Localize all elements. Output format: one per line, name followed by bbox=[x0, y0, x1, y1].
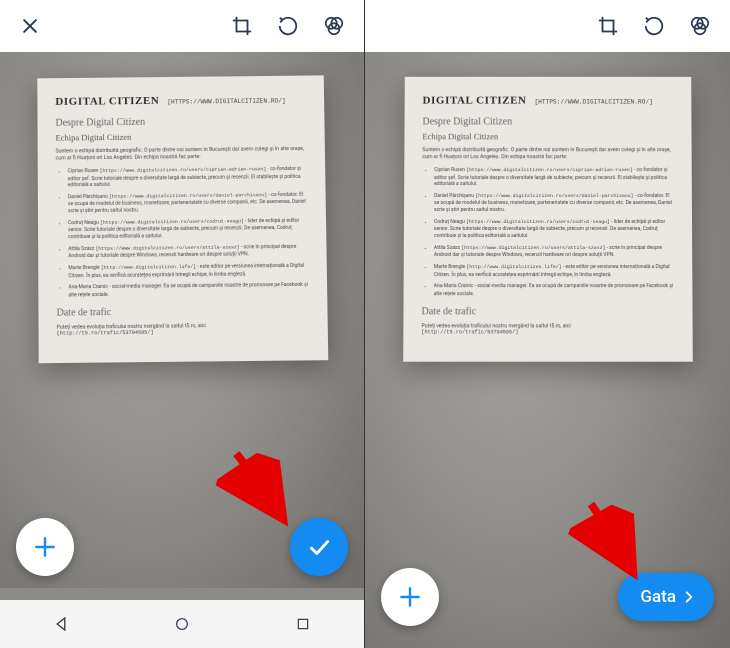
doc-member-item: Codruț Neagu [https://www.digitalcitizen… bbox=[68, 218, 308, 241]
doc-heading-about: Despre Digital Citizen bbox=[55, 115, 306, 129]
doc-heading-about: Despre Digital Citizen bbox=[422, 116, 673, 127]
doc-member-item: Attila Szász [https://www.digitalcitizen… bbox=[68, 244, 308, 261]
doc-member-item: Ana-Maria Crainic - social-media manager… bbox=[68, 282, 309, 299]
done-button-label: Gata bbox=[640, 587, 676, 607]
doc-site-url: [HTTPS://WWW.DIGITALCITIZEN.RO/] bbox=[167, 98, 285, 106]
doc-site-name: DIGITAL CITIZEN bbox=[422, 95, 526, 107]
crop-icon[interactable] bbox=[594, 12, 622, 40]
scan-preview[interactable]: DIGITAL CITIZEN [HTTPS://WWW.DIGITALCITI… bbox=[0, 52, 364, 588]
scanner-pane-crop: DIGITAL CITIZEN [HTTPS://WWW.DIGITALCITI… bbox=[0, 0, 365, 648]
done-button[interactable]: Gata bbox=[618, 573, 714, 621]
crop-icon[interactable] bbox=[228, 12, 256, 40]
topbar bbox=[365, 0, 730, 52]
doc-member-item: Daniel Pârchișanu [https://www.digitalci… bbox=[434, 193, 674, 214]
close-icon[interactable] bbox=[16, 12, 44, 40]
doc-member-list: Ciprian Rusen [https://www.digitalcitize… bbox=[421, 167, 674, 298]
doc-member-item: Ana-Maria Crainic - social-media manager… bbox=[433, 283, 674, 297]
doc-member-list: Ciprian Rusen [https://www.digitalcitize… bbox=[56, 166, 309, 299]
doc-member-item: Attila Szász [https://www.digitalcitizen… bbox=[433, 245, 673, 259]
doc-site-url: [HTTPS://WWW.DIGITALCITIZEN.RO/] bbox=[534, 99, 652, 106]
confirm-button[interactable] bbox=[290, 518, 348, 576]
doc-site-name: DIGITAL CITIZEN bbox=[55, 95, 159, 108]
doc-heading-traffic: Date de trafic bbox=[56, 305, 309, 319]
nav-recent-icon[interactable] bbox=[289, 610, 317, 638]
scan-preview[interactable]: DIGITAL CITIZEN [HTTPS://WWW.DIGITALCITI… bbox=[365, 52, 730, 648]
topbar bbox=[0, 0, 364, 52]
add-page-button[interactable] bbox=[381, 568, 439, 626]
doc-outro: Puteți vedea evoluția traficului nostru … bbox=[421, 323, 674, 335]
doc-member-item: Daniel Pârchișanu [https://www.digitalci… bbox=[68, 192, 308, 215]
nav-home-icon[interactable] bbox=[168, 610, 196, 638]
doc-member-item: Codruț Neagu [https://www.digitalcitizen… bbox=[433, 219, 673, 240]
scanner-pane-done: DIGITAL CITIZEN [HTTPS://WWW.DIGITALCITI… bbox=[365, 0, 730, 648]
doc-intro: Suntem o echipă distribuită geografic. O… bbox=[422, 147, 673, 161]
nav-back-icon[interactable] bbox=[47, 610, 75, 638]
bottom-actions: Gata bbox=[381, 568, 714, 626]
doc-member-item: Ciprian Rusen [https://www.digitalcitize… bbox=[68, 166, 308, 189]
android-navbar bbox=[0, 600, 364, 648]
doc-member-item: Ciprian Rusen [https://www.digitalcitize… bbox=[434, 167, 674, 188]
color-filters-icon[interactable] bbox=[320, 12, 348, 40]
bottom-actions bbox=[16, 518, 348, 576]
rotate-icon[interactable] bbox=[274, 12, 302, 40]
doc-heading-team: Echipa Digital Citizen bbox=[56, 130, 307, 143]
scanned-document: DIGITAL CITIZEN [HTTPS://WWW.DIGITALCITI… bbox=[37, 75, 328, 362]
doc-member-item: Marte Brengle [http://www.digitalcitizen… bbox=[433, 264, 674, 278]
color-filters-icon[interactable] bbox=[686, 12, 714, 40]
doc-outro: Puteți vedea evoluția traficului nostru … bbox=[57, 322, 310, 337]
doc-intro: Suntem o echipă distribuită geografic. O… bbox=[56, 146, 308, 163]
doc-heading-team: Echipa Digital Citizen bbox=[422, 131, 673, 141]
doc-heading-traffic: Date de trafic bbox=[421, 306, 674, 317]
rotate-icon[interactable] bbox=[640, 12, 668, 40]
doc-member-item: Marte Brengle [http://www.digitalcitizen… bbox=[68, 263, 309, 280]
scanned-document: DIGITAL CITIZEN [HTTPS://WWW.DIGITALCITI… bbox=[403, 77, 693, 361]
add-page-button[interactable] bbox=[16, 518, 74, 576]
